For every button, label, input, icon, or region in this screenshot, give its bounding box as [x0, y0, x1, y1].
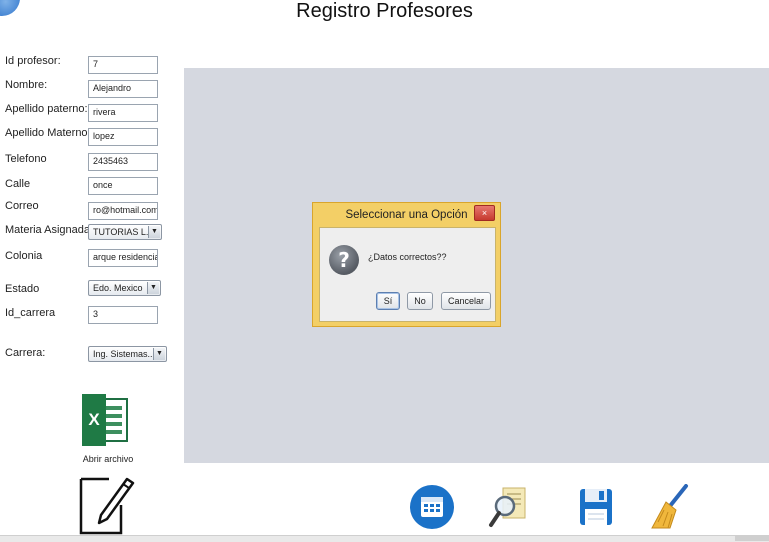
- save-floppy-icon[interactable]: [574, 484, 620, 530]
- dialog-body: ? ¿Datos correctos?? Sí No Cancelar: [319, 227, 496, 322]
- edit-pencil-icon[interactable]: [79, 471, 135, 535]
- chevron-down-icon[interactable]: ▼: [148, 226, 160, 238]
- question-icon: ?: [329, 245, 359, 275]
- label-carrera: Carrera:: [5, 347, 46, 359]
- correo-field[interactable]: ro@hotmail.com: [88, 202, 158, 220]
- label-colonia: Colonia: [5, 250, 43, 262]
- horizontal-scrollbar[interactable]: [735, 536, 769, 541]
- label-apellido-materno: Apellido Materno:: [5, 127, 91, 139]
- label-calle: Calle: [5, 178, 31, 190]
- dialog-message: ¿Datos correctos??: [368, 252, 447, 262]
- calle-field[interactable]: once: [88, 177, 158, 195]
- apellido-paterno-field[interactable]: rivera: [88, 104, 158, 122]
- label-id-carrera: Id_carrera: [5, 307, 56, 319]
- telefono-field[interactable]: 2435463: [88, 153, 158, 171]
- open-file-label[interactable]: Abrir archivo: [78, 454, 138, 464]
- dialog-title: Seleccionar una Opción: [345, 209, 468, 221]
- carrera-select[interactable]: Ing. Sistemas... ▼: [88, 346, 167, 362]
- window-title: Registro Profesores: [296, 0, 473, 22]
- id-carrera-field[interactable]: 3: [88, 306, 158, 324]
- id-profesor-field[interactable]: 7: [88, 56, 158, 74]
- broom-icon[interactable]: [648, 484, 694, 530]
- materia-asignada-select[interactable]: TUTORIAS L. ▼: [88, 224, 162, 240]
- estado-value: Edo. Mexico: [93, 283, 143, 293]
- chevron-down-icon[interactable]: ▼: [147, 282, 159, 294]
- colonia-field[interactable]: arque residencial: [88, 249, 158, 267]
- search-document-icon[interactable]: [487, 484, 533, 530]
- label-apellido-paterno: Apellido paterno:: [5, 103, 88, 115]
- materia-asignada-value: TUTORIAS L.: [93, 227, 149, 237]
- label-nombre: Nombre:: [5, 79, 48, 91]
- nombre-field[interactable]: Alejandro: [88, 80, 158, 98]
- label-correo: Correo: [5, 200, 39, 212]
- estado-select[interactable]: Edo. Mexico ▼: [88, 280, 161, 296]
- chevron-down-icon[interactable]: ▼: [153, 348, 165, 360]
- no-button[interactable]: No: [407, 292, 433, 310]
- close-button[interactable]: ×: [474, 205, 495, 221]
- label-materia-asignada: Materia Asignada:: [5, 224, 94, 236]
- excel-icon[interactable]: X: [82, 394, 130, 446]
- label-estado: Estado: [5, 283, 40, 295]
- label-id-profesor: Id profesor:: [5, 55, 61, 67]
- yes-button[interactable]: Sí: [376, 292, 400, 310]
- label-telefono: Telefono: [5, 153, 47, 165]
- apellido-materno-field[interactable]: lopez: [88, 128, 158, 146]
- calendar-icon[interactable]: [409, 484, 455, 530]
- cancel-button[interactable]: Cancelar: [441, 292, 491, 310]
- confirm-dialog: Seleccionar una Opción × ? ¿Datos correc…: [312, 202, 501, 327]
- carrera-value: Ing. Sistemas...: [93, 349, 156, 359]
